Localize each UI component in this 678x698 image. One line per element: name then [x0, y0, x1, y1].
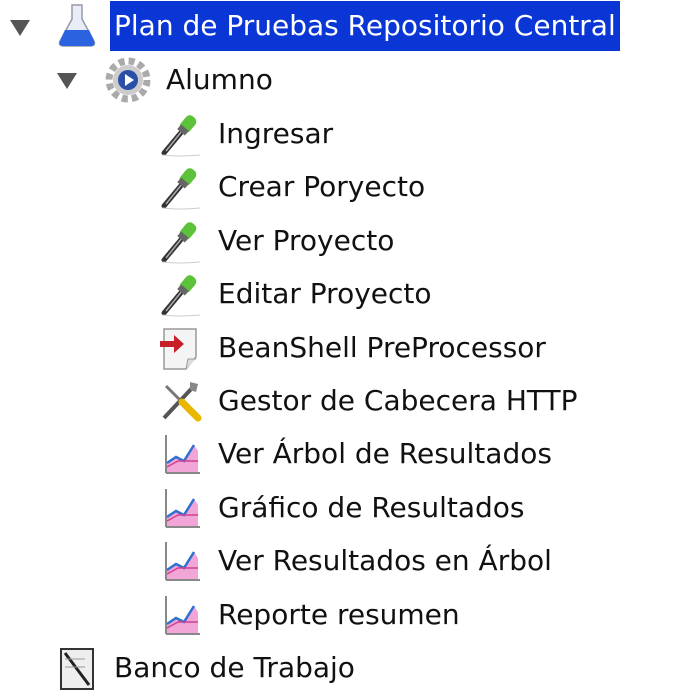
tree-node-label[interactable]: Alumno — [162, 55, 277, 105]
workbench-icon — [60, 648, 94, 690]
tree-node-graph[interactable]: Ver Árbol de Resultados — [0, 427, 678, 481]
tree-node-label[interactable]: Ver Proyecto — [214, 216, 398, 266]
tree-node-label[interactable]: Banco de Trabajo — [110, 643, 359, 693]
graph-icon — [162, 434, 202, 477]
expand-arrow-icon[interactable] — [10, 20, 30, 36]
expand-arrow-icon[interactable] — [57, 73, 77, 89]
tree-node-label[interactable]: Editar Proyecto — [214, 269, 436, 319]
tree-node-graph[interactable]: Reporte resumen — [0, 588, 678, 642]
tree-node-pipette[interactable]: Ver Proyecto — [0, 214, 678, 268]
pipette-icon — [158, 164, 204, 210]
tree-node-graph[interactable]: Ver Resultados en Árbol — [0, 534, 678, 588]
graph-icon — [162, 540, 202, 584]
tree-node-preprocessor[interactable]: BeanShell PreProcessor — [0, 321, 678, 375]
tree-node-label[interactable]: Gráfico de Resultados — [214, 483, 529, 533]
graph-icon — [162, 594, 202, 637]
tree-node-label[interactable]: Ver Resultados en Árbol — [214, 536, 556, 586]
tree-node-thread-group[interactable]: Alumno — [0, 53, 678, 107]
tree-node-label[interactable]: Gestor de Cabecera HTTP — [214, 376, 582, 426]
flask-icon — [58, 4, 96, 47]
tree-node-test-plan[interactable]: Plan de Pruebas Repositorio Central — [0, 0, 678, 54]
tree-node-pipette[interactable]: Ingresar — [0, 107, 678, 161]
gear-icon — [105, 57, 151, 103]
tree-node-pipette[interactable]: Crear Poryecto — [0, 160, 678, 214]
tree-node-pipette[interactable]: Editar Proyecto — [0, 267, 678, 321]
tools-icon — [162, 382, 202, 422]
tree-node-label[interactable]: Ingresar — [214, 109, 337, 159]
tree-node-workbench[interactable]: Banco de Trabajo — [0, 641, 678, 695]
preprocessor-icon — [160, 327, 197, 370]
pipette-icon — [158, 218, 204, 264]
tree-node-label[interactable]: Ver Árbol de Resultados — [214, 429, 556, 479]
tree-node-graph[interactable]: Gráfico de Resultados — [0, 481, 678, 535]
tree-node-tools[interactable]: Gestor de Cabecera HTTP — [0, 374, 678, 428]
pipette-icon — [158, 271, 204, 317]
tree-node-label[interactable]: Plan de Pruebas Repositorio Central — [110, 1, 620, 51]
tree-node-label[interactable]: BeanShell PreProcessor — [214, 323, 550, 373]
graph-icon — [162, 487, 202, 531]
tree-node-label[interactable]: Reporte resumen — [214, 590, 464, 640]
tree-node-label[interactable]: Crear Poryecto — [214, 162, 429, 212]
pipette-icon — [158, 111, 204, 157]
